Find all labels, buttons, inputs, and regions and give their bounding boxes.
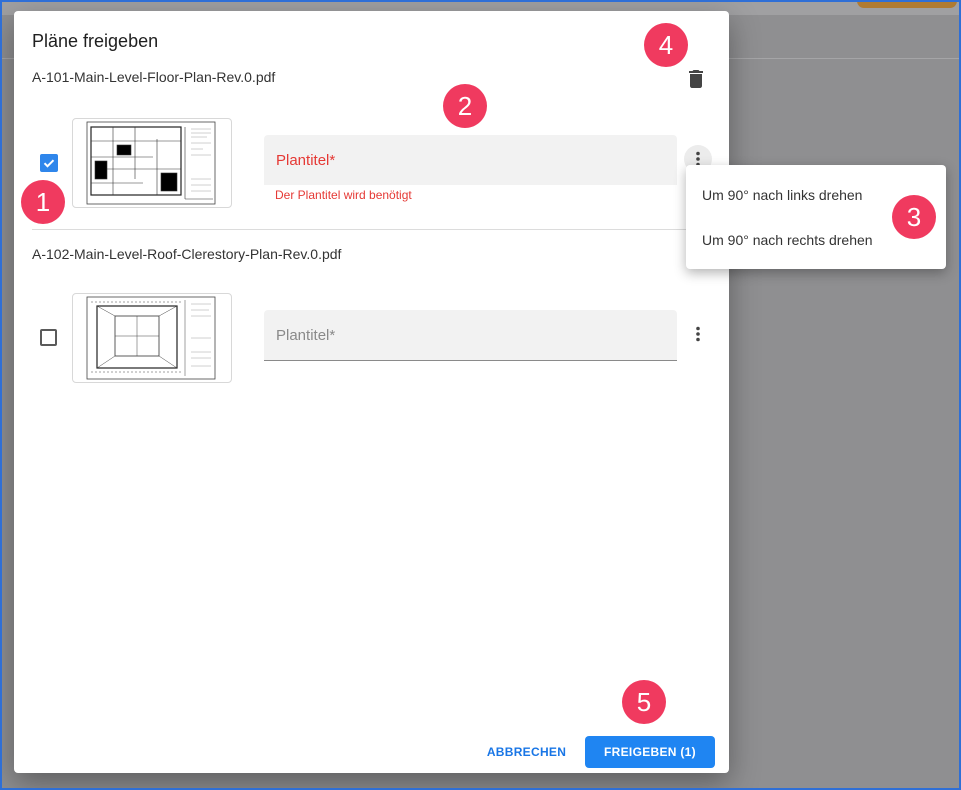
plan-title-error: Der Plantitel wird benötigt — [275, 188, 412, 202]
callout-badge: 4 — [644, 23, 688, 67]
plan-thumbnail — [72, 118, 232, 208]
rotate-left-menu-item[interactable]: Um 90° nach links drehen — [702, 187, 862, 203]
release-button[interactable]: FREIGEBEN (1) — [585, 736, 715, 768]
plan-title-field[interactable]: Plantitel* — [264, 310, 677, 361]
check-icon — [43, 159, 55, 168]
callout-badge: 2 — [443, 84, 487, 128]
delete-icon[interactable] — [684, 67, 708, 91]
file-name: A-101-Main-Level-Floor-Plan-Rev.0.pdf — [32, 69, 276, 85]
callout-badge: 3 — [892, 195, 936, 239]
file-name: A-102-Main-Level-Roof-Clerestory-Plan-Re… — [32, 246, 342, 262]
plan-select-checkbox[interactable] — [40, 329, 57, 346]
plan-title-label: Plantitel* — [276, 327, 336, 344]
plan-thumbnail — [72, 293, 232, 383]
more-vert-icon — [696, 326, 700, 342]
dialog-title: Pläne freigeben — [32, 31, 159, 51]
more-options-button[interactable] — [684, 320, 712, 348]
cancel-button[interactable]: ABBRECHEN — [484, 736, 569, 768]
background-app-chip — [857, 2, 957, 8]
callout-badge: 1 — [21, 180, 65, 224]
rotate-right-menu-item[interactable]: Um 90° nach rechts drehen — [702, 232, 873, 248]
file-divider — [32, 229, 724, 230]
plan-select-checkbox[interactable] — [40, 154, 58, 172]
plan-title-field[interactable]: Plantitel* — [264, 135, 677, 185]
plan-title-label: Plantitel* — [276, 152, 336, 169]
screenshot-frame: Pläne freigeben A-101-Main-Level-Floor-P… — [0, 0, 961, 790]
release-plans-dialog: Pläne freigeben A-101-Main-Level-Floor-P… — [14, 11, 729, 773]
callout-badge: 5 — [622, 680, 666, 724]
